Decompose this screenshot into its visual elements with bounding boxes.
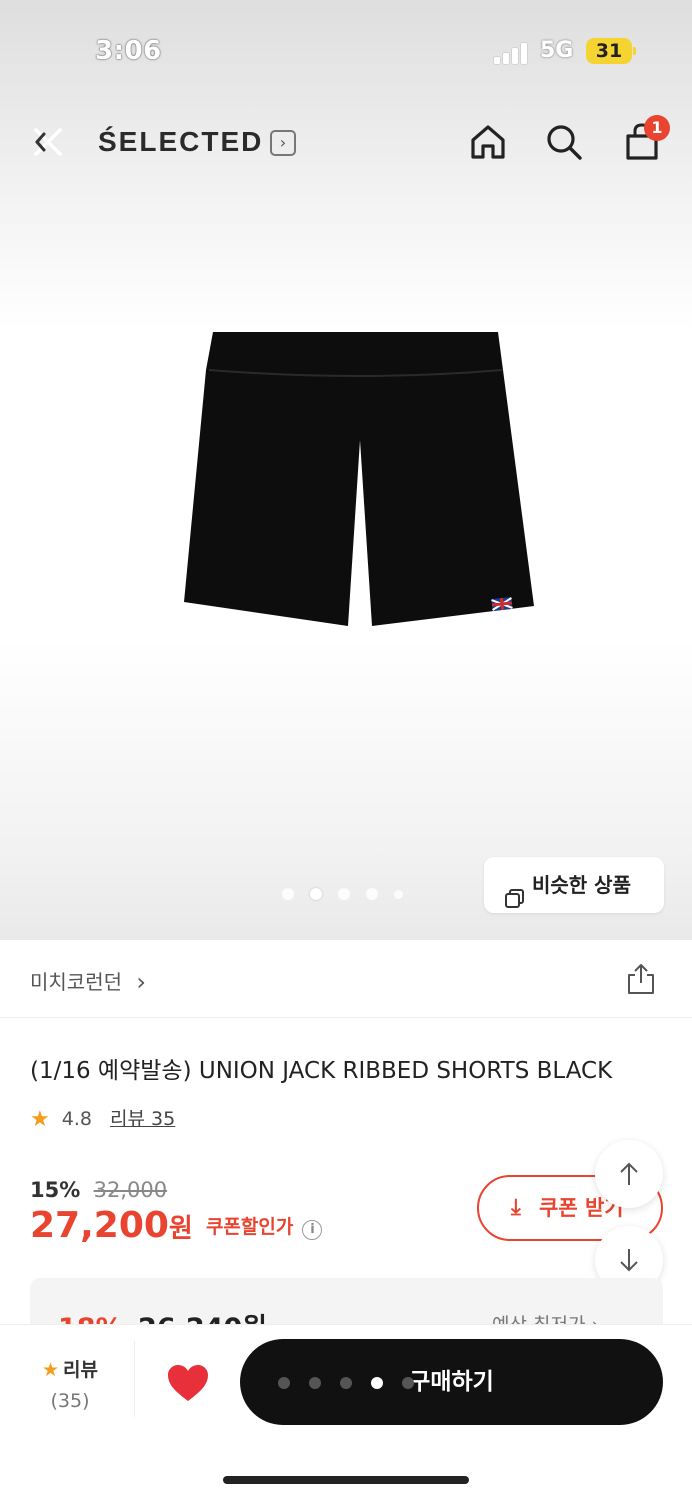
similar-products-button[interactable]: 비슷한 상품 xyxy=(484,857,664,913)
brand-logo[interactable]: ŚELECTED xyxy=(98,126,263,158)
home-icon[interactable] xyxy=(466,120,510,164)
bottom-action-bar: ★ 리뷰 (35) 구매하기 xyxy=(0,1324,692,1500)
copy-icon xyxy=(504,875,526,908)
cart-count-badge: 1 xyxy=(644,115,670,141)
buy-label: 구매하기 xyxy=(409,1369,494,1395)
review-tab[interactable]: ★ 리뷰 (35) xyxy=(30,1355,110,1412)
divider xyxy=(134,1341,135,1417)
rating-value: 4.8 xyxy=(61,1108,92,1130)
status-bar: 3:06 5G 31 xyxy=(0,0,692,100)
coupon-price-label: 쿠폰할인가 xyxy=(205,1216,294,1238)
review-link[interactable]: 리뷰 35 xyxy=(110,1108,175,1130)
star-icon: ★ xyxy=(30,1107,50,1132)
search-icon[interactable] xyxy=(542,120,586,164)
discount-rate: 15% xyxy=(30,1178,81,1202)
store-link[interactable]: 미치코런던 › xyxy=(30,966,146,996)
scroll-up-button[interactable] xyxy=(595,1140,663,1208)
brand-chevron-icon[interactable]: › xyxy=(270,130,296,156)
network-type: 5G xyxy=(540,38,574,63)
gallery-dot-active[interactable] xyxy=(310,888,322,900)
price-currency: 원 xyxy=(168,1214,193,1244)
info-icon[interactable]: i xyxy=(302,1220,323,1240)
buy-button[interactable]: 구매하기 xyxy=(240,1339,663,1425)
status-time: 3:06 xyxy=(95,36,162,66)
gallery-dot[interactable] xyxy=(394,890,403,899)
discount-line: 15% 32,000 xyxy=(30,1178,167,1202)
rating-row: ★ 4.8 리뷰 35 xyxy=(30,1104,175,1132)
similar-products-label: 비슷한 상품 xyxy=(532,873,631,897)
download-icon: ⤓ xyxy=(511,1195,521,1220)
signal-icon xyxy=(494,42,530,64)
star-icon: ★ xyxy=(41,1359,60,1381)
review-tab-label: 리뷰 xyxy=(63,1359,98,1381)
gallery-dot[interactable] xyxy=(282,888,294,900)
home-indicator xyxy=(223,1476,469,1484)
sale-price: 27,200 xyxy=(30,1205,169,1246)
store-name: 미치코런던 xyxy=(30,970,122,994)
close-icon[interactable] xyxy=(30,124,66,160)
battery-tip xyxy=(633,47,636,55)
product-title: (1/16 예약발송) UNION JACK RIBBED SHORTS BLA… xyxy=(30,1058,613,1084)
battery-indicator: 31 xyxy=(586,38,632,64)
store-chevron-icon: › xyxy=(136,968,146,996)
gallery-dot[interactable] xyxy=(338,888,350,900)
store-row: 미치코런던 › xyxy=(0,942,692,1018)
share-icon[interactable] xyxy=(624,962,658,996)
top-nav: ŚELECTED › xyxy=(0,110,692,176)
product-image[interactable] xyxy=(180,330,540,632)
review-tab-count: (35) xyxy=(50,1390,90,1412)
gallery-dot[interactable] xyxy=(366,888,378,900)
price-line: 27,200원 쿠폰할인가 i xyxy=(30,1205,323,1246)
arrow-down-icon xyxy=(620,1249,638,1272)
original-price: 32,000 xyxy=(93,1178,168,1202)
heart-icon[interactable] xyxy=(166,1363,210,1403)
arrow-up-icon xyxy=(620,1162,638,1185)
